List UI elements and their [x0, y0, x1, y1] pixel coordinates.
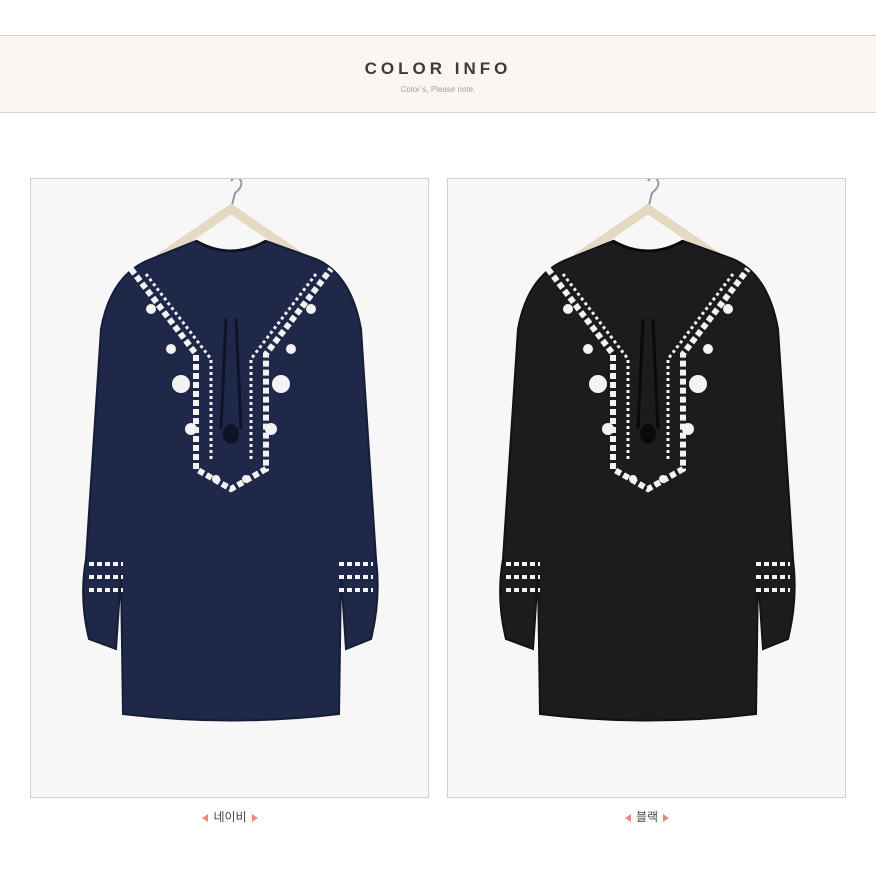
arrow-right-icon — [251, 813, 258, 822]
arrow-left-icon — [202, 813, 209, 822]
color-label-black: 블랙 — [547, 808, 747, 825]
shirt-illustration-navy — [82, 179, 379, 722]
color-name: 네이비 — [213, 810, 247, 824]
color-name: 블랙 — [635, 810, 659, 824]
color-label-navy: 네이비 — [130, 808, 330, 825]
product-image-navy — [30, 178, 429, 798]
color-info-banner: COLOR INFO Color`s, Please note. — [0, 35, 876, 113]
product-image-black — [447, 178, 846, 798]
banner-title: COLOR INFO — [364, 59, 512, 78]
banner-subtitle: Color`s, Please note. — [400, 85, 476, 94]
arrow-right-icon — [663, 813, 670, 822]
arrow-left-icon — [624, 813, 631, 822]
shirt-illustration-black — [499, 179, 796, 722]
